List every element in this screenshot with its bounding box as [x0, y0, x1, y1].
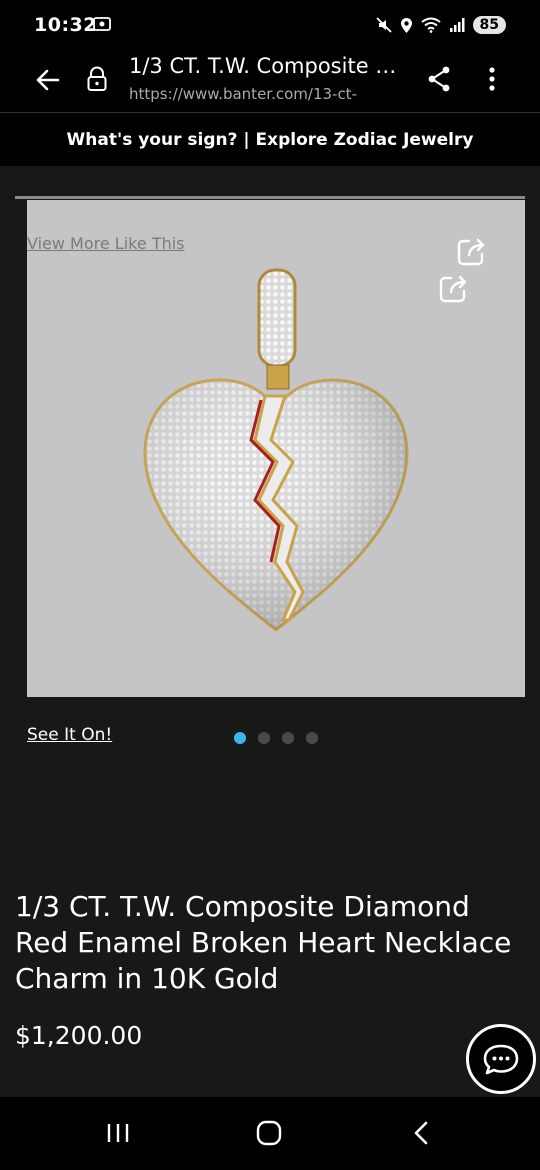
more-vert-icon[interactable] — [482, 65, 502, 93]
carousel-dot[interactable] — [306, 732, 318, 744]
status-time: 10:32 — [34, 14, 97, 36]
back-arrow-icon[interactable] — [34, 66, 62, 94]
url-text[interactable]: https://www.banter.com/13-ct- — [129, 85, 409, 103]
product-title: 1/3 CT. T.W. Composite Diamond Red Ename… — [15, 890, 512, 995]
promo-banner[interactable]: What's your sign? | Explore Zodiac Jewel… — [0, 113, 540, 166]
nav-back-icon[interactable] — [410, 1120, 432, 1146]
carousel-dot[interactable] — [234, 732, 246, 744]
home-icon[interactable] — [256, 1120, 282, 1146]
external-share-icon[interactable] — [437, 273, 469, 305]
promo-text[interactable]: What's your sign? | Explore Zodiac Jewel… — [67, 130, 474, 150]
chat-bubble-icon — [483, 1044, 519, 1075]
product-price: $1,200.00 — [15, 1021, 143, 1050]
external-share-icon[interactable] — [455, 236, 487, 268]
wifi-icon — [420, 17, 441, 33]
signal-icon — [449, 18, 465, 32]
mute-icon — [375, 17, 392, 33]
battery-icon: 85 — [472, 16, 506, 34]
see-it-on-link[interactable]: See It On! — [27, 725, 112, 745]
browser-toolbar: 1/3 CT. T.W. Composite Diamond Red Ename… — [0, 50, 540, 113]
system-nav-bar — [0, 1097, 540, 1170]
share-icon[interactable] — [426, 65, 452, 93]
divider — [15, 196, 525, 199]
status-bar: 10:32 85 — [0, 0, 540, 50]
view-more-link[interactable]: View More Like This — [27, 234, 184, 253]
chat-button[interactable] — [466, 1024, 536, 1094]
lock-icon[interactable] — [86, 66, 108, 92]
carousel-dot[interactable] — [258, 732, 270, 744]
recents-icon[interactable] — [104, 1122, 132, 1144]
page-title[interactable]: 1/3 CT. T.W. Composite Diamond Red Ename… — [129, 54, 409, 78]
location-icon — [400, 17, 412, 33]
carousel-dots — [234, 732, 318, 744]
status-icons: 85 — [375, 14, 506, 36]
screenshot-icon — [93, 17, 111, 31]
carousel-dot[interactable] — [282, 732, 294, 744]
